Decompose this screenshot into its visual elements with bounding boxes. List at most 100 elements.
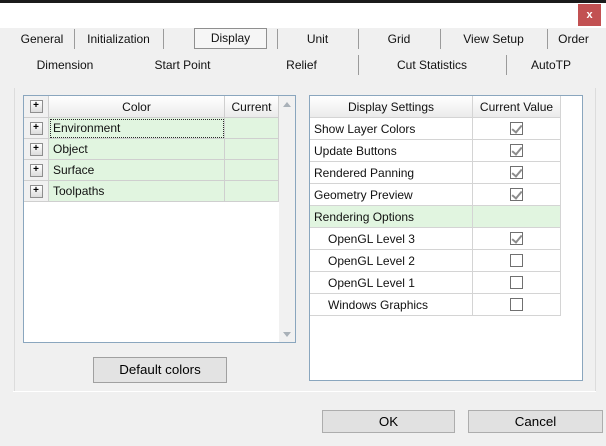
expand-cell: + <box>24 181 49 202</box>
scroll-down-button[interactable] <box>279 326 295 342</box>
tab-cut-statistics[interactable]: Cut Statistics <box>358 55 506 75</box>
table-row-windows-graphics: Windows Graphics <box>310 294 562 316</box>
column-header-current: Current <box>225 96 279 118</box>
tab-separator <box>506 55 507 75</box>
footer-divider <box>13 391 596 392</box>
setting-value-cell <box>473 294 561 316</box>
setting-label: OpenGL Level 2 <box>310 250 473 272</box>
setting-value-cell <box>473 162 561 184</box>
expand-icon[interactable]: + <box>29 121 43 135</box>
expand-all-cell: + <box>24 96 49 118</box>
display-settings-table: Display Settings Current Value Show Laye… <box>310 96 562 316</box>
table-row-opengl-level-3: OpenGL Level 3 <box>310 228 562 250</box>
table-row-rendering-options: Rendering Options <box>310 206 562 228</box>
color-row-label[interactable]: Toolpaths <box>49 181 225 202</box>
tab-separator <box>277 29 278 49</box>
expand-cell: + <box>24 118 49 139</box>
checkbox[interactable] <box>510 166 523 179</box>
color-row-label[interactable]: Environment <box>49 118 225 139</box>
expand-cell: + <box>24 139 49 160</box>
color-row-label[interactable]: Object <box>49 139 225 160</box>
setting-value-cell <box>473 272 561 294</box>
column-header-color: Color <box>49 96 225 118</box>
setting-value-cell <box>473 228 561 250</box>
checkbox[interactable] <box>510 232 523 245</box>
scroll-down-icon <box>283 331 291 337</box>
color-table-panel: + Color Current + Environment + Object +… <box>23 95 296 343</box>
vertical-scrollbar[interactable] <box>279 96 295 342</box>
tab-separator <box>74 29 75 49</box>
tab-order[interactable]: Order <box>547 29 600 49</box>
tab-display[interactable]: Display <box>194 28 267 49</box>
checkbox[interactable] <box>510 276 523 289</box>
setting-label: Show Layer Colors <box>310 118 473 140</box>
table-row-opengl-level-2: OpenGL Level 2 <box>310 250 562 272</box>
setting-label: Windows Graphics <box>310 294 473 316</box>
setting-label: Update Buttons <box>310 140 473 162</box>
expand-icon[interactable]: + <box>29 142 43 156</box>
tab-autotp[interactable]: AutoTP <box>506 55 596 75</box>
checkbox[interactable] <box>510 254 523 267</box>
checkbox[interactable] <box>510 188 523 201</box>
table-row-update-buttons: Update Buttons <box>310 140 562 162</box>
setting-value-cell <box>473 184 561 206</box>
setting-label: OpenGL Level 1 <box>310 272 473 294</box>
close-icon: x <box>586 9 593 21</box>
table-row-show-layer-colors: Show Layer Colors <box>310 118 562 140</box>
section-value-cell <box>473 206 561 228</box>
color-row-current[interactable] <box>225 118 279 139</box>
cancel-button[interactable]: Cancel <box>468 410 603 433</box>
setting-value-cell <box>473 118 561 140</box>
expand-all-button[interactable]: + <box>29 100 43 113</box>
settings-header-row: Display Settings Current Value <box>310 96 562 118</box>
column-header-current-value: Current Value <box>473 96 561 118</box>
table-row-toolpaths: + Toolpaths <box>24 181 279 202</box>
setting-label: Geometry Preview <box>310 184 473 206</box>
color-table: + Color Current + Environment + Object +… <box>24 96 279 202</box>
color-table-header-row: + Color Current <box>24 96 279 118</box>
column-header-display-settings: Display Settings <box>310 96 473 118</box>
color-row-current[interactable] <box>225 160 279 181</box>
checkbox[interactable] <box>510 144 523 157</box>
tab-separator <box>358 55 359 75</box>
color-row-current[interactable] <box>225 181 279 202</box>
close-button[interactable]: x <box>578 4 601 26</box>
table-row-object: + Object <box>24 139 279 160</box>
checkbox[interactable] <box>510 298 523 311</box>
expand-icon[interactable]: + <box>29 184 43 198</box>
table-row-geometry-preview: Geometry Preview <box>310 184 562 206</box>
setting-value-cell <box>473 140 561 162</box>
expand-icon[interactable]: + <box>29 163 43 177</box>
tab-relief[interactable]: Relief <box>245 55 358 75</box>
table-row-opengl-level-1: OpenGL Level 1 <box>310 272 562 294</box>
tab-separator <box>163 29 164 49</box>
tab-initialization[interactable]: Initialization <box>74 29 163 49</box>
scroll-up-button[interactable] <box>279 96 295 112</box>
display-settings-dialog: x General Initialization Display Unit Gr… <box>0 0 606 446</box>
color-row-current[interactable] <box>225 139 279 160</box>
table-row-environment: + Environment <box>24 118 279 139</box>
setting-value-cell <box>473 250 561 272</box>
table-row-rendered-panning: Rendered Panning <box>310 162 562 184</box>
title-bar[interactable] <box>0 3 606 28</box>
tab-start-point[interactable]: Start Point <box>120 55 245 75</box>
setting-label: Rendered Panning <box>310 162 473 184</box>
tab-unit[interactable]: Unit <box>277 29 358 49</box>
tab-separator <box>547 29 548 49</box>
tab-view-setup[interactable]: View Setup <box>440 29 547 49</box>
tab-separator <box>358 29 359 49</box>
default-colors-button[interactable]: Default colors <box>93 357 227 383</box>
tab-general[interactable]: General <box>10 29 74 49</box>
tab-separator <box>440 29 441 49</box>
checkbox[interactable] <box>510 122 523 135</box>
color-row-label[interactable]: Surface <box>49 160 225 181</box>
table-row-surface: + Surface <box>24 160 279 181</box>
ok-button[interactable]: OK <box>322 410 455 433</box>
expand-cell: + <box>24 160 49 181</box>
scroll-up-icon <box>283 101 291 107</box>
tab-dimension[interactable]: Dimension <box>10 55 120 75</box>
display-settings-panel: Display Settings Current Value Show Laye… <box>309 95 583 381</box>
section-label: Rendering Options <box>310 206 473 228</box>
tab-grid[interactable]: Grid <box>358 29 440 49</box>
setting-label: OpenGL Level 3 <box>310 228 473 250</box>
